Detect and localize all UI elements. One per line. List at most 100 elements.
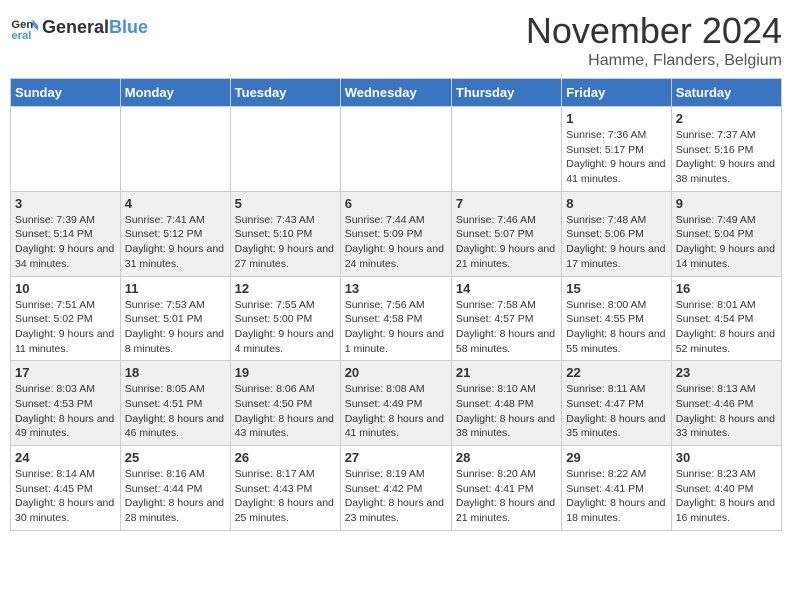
- day-number: 7: [456, 196, 557, 211]
- day-number: 28: [456, 450, 557, 465]
- calendar-cell: 8 Sunrise: 7:48 AM Sunset: 5:06 PM Daylig…: [562, 191, 671, 276]
- day-number: 11: [125, 281, 226, 296]
- calendar-cell: 17Sunrise: 8:03 AM Sunset: 4:53 PM Dayli…: [11, 361, 121, 446]
- day-info: Sunrise: 7:49 AM Sunset: 5:04 PM Dayligh…: [676, 213, 777, 272]
- calendar-table: Sunday Monday Tuesday Wednesday Thursday…: [10, 78, 782, 531]
- day-number: 9: [676, 196, 777, 211]
- day-info: Sunrise: 8:22 AM Sunset: 4:41 PM Dayligh…: [566, 467, 666, 526]
- day-number: 16: [676, 281, 777, 296]
- svg-text:eral: eral: [11, 30, 31, 42]
- calendar-cell: 14Sunrise: 7:58 AM Sunset: 4:57 PM Dayli…: [451, 276, 561, 361]
- day-number: 18: [125, 365, 226, 380]
- day-info: Sunrise: 8:14 AM Sunset: 4:45 PM Dayligh…: [15, 467, 116, 526]
- day-info: Sunrise: 8:00 AM Sunset: 4:55 PM Dayligh…: [566, 298, 666, 357]
- col-wednesday: Wednesday: [340, 79, 451, 107]
- day-number: 21: [456, 365, 557, 380]
- day-number: 24: [15, 450, 116, 465]
- calendar-cell: [11, 107, 121, 192]
- calendar-cell: 12 Sunrise: 7:55 AM Sunset: 5:00 PM Dayli…: [230, 276, 340, 361]
- day-info: Sunrise: 8:16 AM Sunset: 4:44 PM Dayligh…: [125, 467, 226, 526]
- calendar-week-2: 3 Sunrise: 7:39 AM Sunset: 5:14 PM Daylig…: [11, 191, 782, 276]
- calendar-cell: 22 Sunrise: 8:11 AM Sunset: 4:47 PM Dayli…: [562, 361, 671, 446]
- day-number: 29: [566, 450, 666, 465]
- calendar-cell: 20Sunrise: 8:08 AM Sunset: 4:49 PM Dayli…: [340, 361, 451, 446]
- logo: Gen eral GeneralBlue: [10, 14, 148, 42]
- day-info: Sunrise: 7:56 AM Sunset: 4:58 PM Dayligh…: [345, 298, 447, 357]
- calendar-cell: 28 Sunrise: 8:20 AM Sunset: 4:41 PM Dayli…: [451, 446, 561, 531]
- day-info: Sunrise: 7:37 AM Sunset: 5:16 PM Dayligh…: [676, 128, 777, 187]
- day-number: 23: [676, 365, 777, 380]
- calendar-cell: 7 Sunrise: 7:46 AM Sunset: 5:07 PM Daylig…: [451, 191, 561, 276]
- day-number: 12: [235, 281, 336, 296]
- day-number: 13: [345, 281, 447, 296]
- day-info: Sunrise: 7:43 AM Sunset: 5:10 PM Dayligh…: [235, 213, 336, 272]
- calendar-cell: 26 Sunrise: 8:17 AM Sunset: 4:43 PM Dayli…: [230, 446, 340, 531]
- day-info: Sunrise: 8:01 AM Sunset: 4:54 PM Dayligh…: [676, 298, 777, 357]
- calendar-week-3: 10Sunrise: 7:51 AM Sunset: 5:02 PM Dayli…: [11, 276, 782, 361]
- col-sunday: Sunday: [11, 79, 121, 107]
- calendar-cell: [230, 107, 340, 192]
- header: Gen eral GeneralBlue November 2024 Hamme…: [10, 10, 782, 70]
- day-number: 2: [676, 111, 777, 126]
- calendar-cell: 25 Sunrise: 8:16 AM Sunset: 4:44 PM Dayli…: [120, 446, 230, 531]
- day-number: 17: [15, 365, 116, 380]
- day-info: Sunrise: 7:48 AM Sunset: 5:06 PM Dayligh…: [566, 213, 666, 272]
- col-tuesday: Tuesday: [230, 79, 340, 107]
- calendar-cell: 21 Sunrise: 8:10 AM Sunset: 4:48 PM Dayli…: [451, 361, 561, 446]
- calendar-cell: 3 Sunrise: 7:39 AM Sunset: 5:14 PM Daylig…: [11, 191, 121, 276]
- day-info: Sunrise: 8:19 AM Sunset: 4:42 PM Dayligh…: [345, 467, 447, 526]
- calendar-cell: 23Sunrise: 8:13 AM Sunset: 4:46 PM Dayli…: [671, 361, 781, 446]
- day-number: 8: [566, 196, 666, 211]
- calendar-header-row: Sunday Monday Tuesday Wednesday Thursday…: [11, 79, 782, 107]
- calendar-cell: 18 Sunrise: 8:05 AM Sunset: 4:51 PM Dayli…: [120, 361, 230, 446]
- day-number: 1: [566, 111, 666, 126]
- day-number: 3: [15, 196, 116, 211]
- calendar-cell: 9 Sunrise: 7:49 AM Sunset: 5:04 PM Daylig…: [671, 191, 781, 276]
- calendar-cell: 2 Sunrise: 7:37 AM Sunset: 5:16 PM Daylig…: [671, 107, 781, 192]
- day-info: Sunrise: 7:53 AM Sunset: 5:01 PM Dayligh…: [125, 298, 226, 357]
- day-info: Sunrise: 7:46 AM Sunset: 5:07 PM Dayligh…: [456, 213, 557, 272]
- calendar-cell: 29 Sunrise: 8:22 AM Sunset: 4:41 PM Dayli…: [562, 446, 671, 531]
- calendar-cell: [120, 107, 230, 192]
- calendar-cell: 16 Sunrise: 8:01 AM Sunset: 4:54 PM Dayli…: [671, 276, 781, 361]
- calendar-cell: 24 Sunrise: 8:14 AM Sunset: 4:45 PM Dayli…: [11, 446, 121, 531]
- col-thursday: Thursday: [451, 79, 561, 107]
- calendar-cell: 6 Sunrise: 7:44 AM Sunset: 5:09 PM Daylig…: [340, 191, 451, 276]
- day-info: Sunrise: 7:41 AM Sunset: 5:12 PM Dayligh…: [125, 213, 226, 272]
- calendar-week-4: 17Sunrise: 8:03 AM Sunset: 4:53 PM Dayli…: [11, 361, 782, 446]
- day-info: Sunrise: 7:44 AM Sunset: 5:09 PM Dayligh…: [345, 213, 447, 272]
- day-number: 6: [345, 196, 447, 211]
- col-saturday: Saturday: [671, 79, 781, 107]
- calendar-cell: 30Sunrise: 8:23 AM Sunset: 4:40 PM Dayli…: [671, 446, 781, 531]
- logo-text: GeneralBlue: [42, 18, 148, 38]
- calendar-cell: [340, 107, 451, 192]
- day-info: Sunrise: 7:55 AM Sunset: 5:00 PM Dayligh…: [235, 298, 336, 357]
- day-info: Sunrise: 8:10 AM Sunset: 4:48 PM Dayligh…: [456, 382, 557, 441]
- month-title: November 2024: [526, 10, 782, 52]
- location: Hamme, Flanders, Belgium: [526, 52, 782, 70]
- calendar-week-1: 1Sunrise: 7:36 AM Sunset: 5:17 PM Daylig…: [11, 107, 782, 192]
- day-info: Sunrise: 8:05 AM Sunset: 4:51 PM Dayligh…: [125, 382, 226, 441]
- day-number: 30: [676, 450, 777, 465]
- day-info: Sunrise: 7:39 AM Sunset: 5:14 PM Dayligh…: [15, 213, 116, 272]
- day-info: Sunrise: 7:58 AM Sunset: 4:57 PM Dayligh…: [456, 298, 557, 357]
- day-number: 26: [235, 450, 336, 465]
- title-block: November 2024 Hamme, Flanders, Belgium: [526, 10, 782, 70]
- day-info: Sunrise: 8:11 AM Sunset: 4:47 PM Dayligh…: [566, 382, 666, 441]
- day-number: 4: [125, 196, 226, 211]
- day-info: Sunrise: 8:20 AM Sunset: 4:41 PM Dayligh…: [456, 467, 557, 526]
- day-number: 19: [235, 365, 336, 380]
- calendar-cell: 5 Sunrise: 7:43 AM Sunset: 5:10 PM Daylig…: [230, 191, 340, 276]
- day-number: 15: [566, 281, 666, 296]
- day-number: 22: [566, 365, 666, 380]
- logo-icon: Gen eral: [10, 14, 38, 42]
- calendar-cell: 4 Sunrise: 7:41 AM Sunset: 5:12 PM Daylig…: [120, 191, 230, 276]
- col-monday: Monday: [120, 79, 230, 107]
- day-info: Sunrise: 8:17 AM Sunset: 4:43 PM Dayligh…: [235, 467, 336, 526]
- day-info: Sunrise: 8:06 AM Sunset: 4:50 PM Dayligh…: [235, 382, 336, 441]
- svg-text:Gen: Gen: [11, 19, 33, 31]
- day-number: 25: [125, 450, 226, 465]
- calendar-cell: 10Sunrise: 7:51 AM Sunset: 5:02 PM Dayli…: [11, 276, 121, 361]
- calendar-cell: 1Sunrise: 7:36 AM Sunset: 5:17 PM Daylig…: [562, 107, 671, 192]
- day-number: 5: [235, 196, 336, 211]
